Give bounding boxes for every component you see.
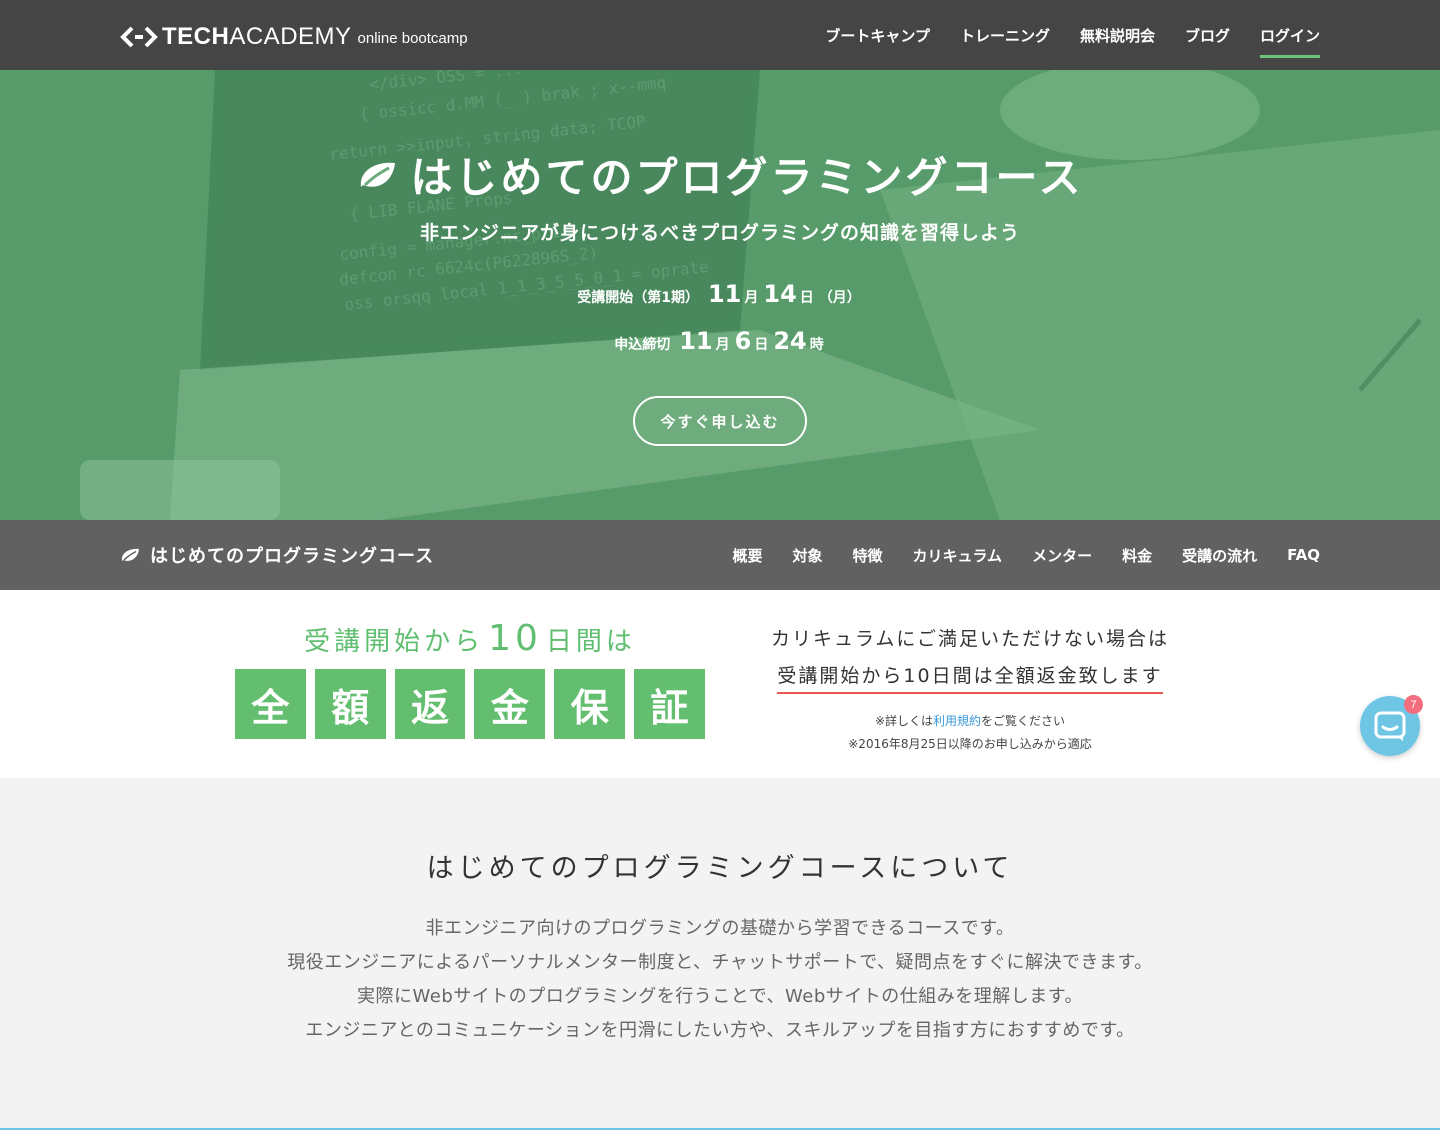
start-weekday: （月） xyxy=(818,290,861,306)
subnav-links: 概要 対象 特徴 カリキュラム メンター 料金 受講の流れ FAQ xyxy=(732,520,1320,590)
apply-now-button[interactable]: 今すぐ申し込む xyxy=(633,396,807,446)
guarantee-notes: ※詳しくは利用規約をご覧ください ※2016年8月25日以降のお申し込みから適応 xyxy=(760,710,1180,756)
deadline-day-unit: 日 xyxy=(754,337,769,353)
deadline-hour-unit: 時 xyxy=(809,337,824,353)
nav-login[interactable]: ログイン xyxy=(1259,19,1321,58)
subnav-faq[interactable]: FAQ xyxy=(1287,546,1320,564)
code-brackets-icon xyxy=(120,26,158,48)
chat-unread-badge: 7 xyxy=(1404,695,1423,714)
chat-icon xyxy=(1374,711,1406,741)
about-line: 非エンジニア向けのプログラミングの基礎から学習できるコースです。 xyxy=(425,918,1015,939)
course-subnav: はじめてのプログラミングコース 概要 対象 特徴 カリキュラム メンター 料金 … xyxy=(0,520,1440,590)
guarantee-headline-pre: 受講開始から xyxy=(304,627,485,657)
deadline-label: 申込締切 xyxy=(614,337,671,353)
subnav-target[interactable]: 対象 xyxy=(792,545,822,566)
application-deadline: 申込締切 11 月 6 日 24 時 xyxy=(0,327,1440,355)
terms-link[interactable]: 利用規約 xyxy=(933,714,981,728)
subnav-title-text: はじめてのプログラミングコース xyxy=(150,546,435,567)
hero-section: </div> OSS = ... { ossicc d.MM (_ ) brak… xyxy=(0,70,1440,520)
terms-note-post: をご覧ください xyxy=(981,714,1066,728)
guarantee-headline-num: 10 xyxy=(488,618,542,659)
guarantee-line2: 受講開始から10日間は全額返金致します xyxy=(777,661,1163,694)
leaf-icon xyxy=(121,548,139,561)
subnav-features[interactable]: 特徴 xyxy=(852,545,882,566)
about-title: はじめてのプログラミングコースについて xyxy=(426,853,1014,884)
nav-bootcamp[interactable]: ブートキャンプ xyxy=(825,19,930,52)
start-day: 14 xyxy=(763,280,797,308)
nav-training[interactable]: トレーニング xyxy=(960,19,1050,52)
guarantee-headline: 受講開始から 10 日間は xyxy=(235,618,705,659)
about-section: はじめてのプログラミングコースについて 非エンジニア向けのプログラミングの基礎か… xyxy=(0,778,1440,1130)
subnav-flow[interactable]: 受講の流れ xyxy=(1182,545,1257,566)
deadline-month-unit: 月 xyxy=(715,337,730,353)
refund-guarantee-section: 受講開始から 10 日間は 全 額 返 金 保 証 カリキュラムにご満足いただけ… xyxy=(0,590,1440,778)
guarantee-box: 証 xyxy=(634,669,705,739)
nav-seminar[interactable]: 無料説明会 xyxy=(1080,19,1155,52)
leaf-icon xyxy=(360,162,395,187)
hero-subtitle: 非エンジニアが身につけるべきプログラミングの知識を習得しよう xyxy=(419,222,1020,244)
top-nav-links: ブートキャンプ トレーニング 無料説明会 ブログ ログイン xyxy=(825,0,1321,70)
deadline-month: 11 xyxy=(679,327,713,355)
start-month: 11 xyxy=(707,280,742,308)
guarantee-box: 返 xyxy=(394,669,466,739)
subnav-price[interactable]: 料金 xyxy=(1122,545,1152,566)
deadline-day: 6 xyxy=(734,327,752,355)
techacademy-logo[interactable]: TECH ACADEMY online bootcamp xyxy=(120,20,468,50)
nav-blog[interactable]: ブログ xyxy=(1185,19,1230,52)
hero-content: はじめてのプログラミングコース 非エンジニアが身につけるべきプログラミングの知識… xyxy=(0,70,1440,520)
guarantee-line1: カリキュラムにご満足いただけない場合は xyxy=(770,628,1170,650)
guarantee-box: 金 xyxy=(474,669,546,739)
about-line: 現役エンジニアによるパーソナルメンター制度と、チャットサポートで、疑問点をすぐに… xyxy=(287,952,1153,973)
logo-sub-text: online bootcamp xyxy=(357,30,468,47)
top-navbar: TECH ACADEMY online bootcamp ブートキャンプ トレー… xyxy=(0,0,1440,70)
guarantee-details: カリキュラムにご満足いただけない場合は 受講開始から10日間は全額返金致します … xyxy=(760,624,1180,756)
terms-note-pre: ※詳しくは xyxy=(874,714,934,728)
hero-title: はじめてのプログラミングコース xyxy=(0,144,1440,205)
subnav-curriculum[interactable]: カリキュラム xyxy=(913,545,1003,566)
about-line: 実際にWebサイトのプログラミングを行うことで、Webサイトの仕組みを理解します… xyxy=(357,986,1083,1007)
start-day-unit: 日 xyxy=(799,290,814,306)
terms-note: ※詳しくは利用規約をご覧ください xyxy=(760,710,1180,733)
applicability-note: ※2016年8月25日以降のお申し込みから適応 xyxy=(848,737,1092,751)
guarantee-badge: 受講開始から 10 日間は 全 額 返 金 保 証 xyxy=(235,618,705,739)
subnav-course-title[interactable]: はじめてのプログラミングコース xyxy=(120,520,434,590)
logo-tech-text: TECH xyxy=(162,23,230,50)
hero-title-text: はじめてのプログラミングコース xyxy=(410,153,1084,202)
guarantee-headline-post: 日間は xyxy=(545,627,636,657)
subnav-mentor[interactable]: メンター xyxy=(1032,545,1092,566)
about-line: エンジニアとのコミュニケーションを円滑にしたい方や、スキルアップを目指す方におす… xyxy=(305,1020,1135,1041)
guarantee-boxes: 全 額 返 金 保 証 xyxy=(235,669,705,739)
logo-academy-text: ACADEMY xyxy=(229,23,352,50)
deadline-hour: 24 xyxy=(773,327,807,355)
guarantee-box: 額 xyxy=(314,669,386,739)
guarantee-box: 保 xyxy=(554,669,626,739)
start-month-unit: 月 xyxy=(744,290,759,306)
start-label: 受講開始（第1期） xyxy=(577,290,699,306)
subnav-overview[interactable]: 概要 xyxy=(732,545,762,566)
course-start-date: 受講開始（第1期） 11 月 14 日 （月） xyxy=(0,280,1440,308)
guarantee-box: 全 xyxy=(235,669,306,739)
about-body: 非エンジニア向けのプログラミングの基礎から学習できるコースです。 現役エンジニア… xyxy=(0,912,1440,1048)
